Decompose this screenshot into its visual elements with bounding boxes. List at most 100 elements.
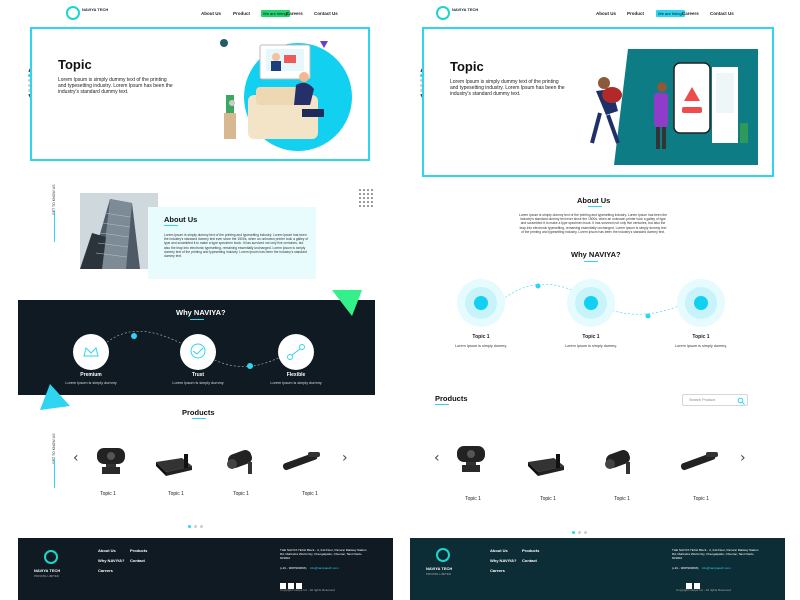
footer-address: THE NAVIYA TECH Block - 4, 2nd Floor, Pa…	[280, 548, 367, 560]
pager-dot[interactable]	[194, 525, 197, 528]
product-label[interactable]: Topic 1	[686, 496, 716, 502]
footer-copyright: Copyright naviya Inc - All rights Reserv…	[280, 588, 335, 592]
side-label: GET TO KNOW US	[52, 184, 56, 215]
why-label-premium: Premium	[80, 372, 102, 378]
dot-pattern	[359, 189, 373, 207]
nav-careers[interactable]: Careers	[286, 11, 303, 16]
set-top-box-image	[156, 454, 192, 476]
footer-email[interactable]: info@naviyatech.com	[702, 566, 731, 570]
search-product-box[interactable]: Search Product	[682, 394, 748, 406]
products-title: Products	[182, 408, 215, 417]
side-line	[54, 212, 55, 242]
hero-banner: Topic Lorem Ipsum is simply dummy text o…	[422, 27, 774, 177]
chevron-right-icon[interactable]: ›	[740, 450, 746, 466]
webcam-image	[97, 448, 125, 474]
footer-link-careers[interactable]: Careers	[490, 568, 505, 573]
products-title: Products	[435, 394, 468, 403]
products-pager[interactable]	[572, 521, 590, 539]
footer: NAVIYA TECH PRIVATE LIMITED About Us Why…	[410, 538, 785, 600]
footer-logo[interactable]	[44, 550, 58, 564]
footer-email[interactable]: info@naviyatech.com	[310, 566, 339, 570]
chevron-right-icon[interactable]: ›	[342, 450, 348, 466]
footer-link-contact[interactable]: Contact	[130, 558, 145, 563]
why-label-1: Topic 1	[472, 334, 490, 340]
product-label[interactable]: Topic 1	[458, 496, 488, 502]
cctv-camera-image	[227, 450, 252, 474]
product-label[interactable]: Topic 1	[93, 491, 123, 497]
footer-brand: NAVIYA TECH	[426, 566, 453, 571]
brand-name: NAVIYA TECH	[452, 7, 479, 12]
building-image	[80, 193, 158, 269]
chevron-left-icon[interactable]: ‹	[434, 450, 440, 466]
footer-link-products[interactable]: Products	[522, 548, 539, 553]
pager-dot-active[interactable]	[188, 525, 191, 528]
footer-link-careers[interactable]: Careers	[98, 568, 113, 573]
nav-careers[interactable]: Careers	[682, 11, 699, 16]
topic-circle-3	[677, 279, 725, 327]
product-label[interactable]: Topic 1	[226, 491, 256, 497]
crown-icon	[83, 347, 99, 357]
footer-link-about[interactable]: About Us	[98, 548, 116, 553]
product-label[interactable]: Topic 1	[607, 496, 637, 502]
nav-about[interactable]: About Us	[596, 11, 616, 16]
about-underline	[164, 225, 178, 226]
footer-copyright: Copyright naviya Inc - All rights Reserv…	[676, 588, 731, 592]
about-text: Lorem Ipsum is simply dummy text of the …	[518, 213, 668, 234]
streaming-stick-image	[282, 452, 320, 471]
products-pager[interactable]	[188, 515, 206, 533]
design-variant-b: NAVIYA TECH About Us Product We are hiri…	[410, 0, 785, 600]
hero-text: Lorem Ipsum is simply dummy text of the …	[58, 77, 173, 95]
why-underline	[584, 261, 598, 262]
nav-about[interactable]: About Us	[201, 11, 221, 16]
webcam-image	[457, 446, 485, 472]
footer-link-why[interactable]: Why NAVIYA?	[490, 558, 516, 563]
about-underline	[588, 206, 602, 207]
products-underline	[435, 404, 449, 405]
product-label[interactable]: Topic 1	[161, 491, 191, 497]
footer-link-why[interactable]: Why NAVIYA?	[98, 558, 124, 563]
chevron-left-icon[interactable]: ‹	[73, 450, 79, 466]
why-label-flexible: Flexible	[286, 372, 306, 378]
topic-circle-1	[457, 279, 505, 327]
product-label[interactable]: Topic 1	[295, 491, 325, 497]
search-icon[interactable]	[737, 397, 745, 405]
footer-link-contact[interactable]: Contact	[522, 558, 537, 563]
flow-icon	[287, 344, 305, 360]
why-text-2: Lorem Ipsum is simply dummy.	[564, 344, 618, 348]
about-text: Lorem Ipsum is simply dummy text of the …	[164, 233, 309, 259]
pager-dot[interactable]	[584, 531, 587, 534]
cctv-camera-image	[605, 450, 630, 474]
pager-dot-active[interactable]	[572, 531, 575, 534]
about-photo	[80, 193, 158, 269]
brand-name: NAVIYA TECH	[82, 7, 109, 12]
footer: NAVIYA TECH PRIVATE LIMITED About Us Why…	[18, 538, 393, 600]
footer-link-products[interactable]: Products	[130, 548, 147, 553]
topic-circle-2	[567, 279, 615, 327]
footer-phone: (+91 - 9087960696)	[672, 566, 699, 570]
top-nav: NAVIYA TECH About Us Product We are hiri…	[410, 0, 785, 26]
hero-title: Topic	[450, 59, 484, 74]
design-variant-a: NAVIYA TECH About Us Product We are hiri…	[18, 0, 393, 600]
nav-product[interactable]: Product	[627, 11, 644, 16]
nav-contact[interactable]: Contact Us	[314, 11, 338, 16]
about-title: About Us	[164, 215, 198, 224]
footer-link-about[interactable]: About Us	[490, 548, 508, 553]
triangle-decor	[40, 384, 70, 410]
about-card: About Us Lorem Ipsum is simply dummy tex…	[148, 207, 316, 279]
side-line-products	[54, 458, 55, 488]
footer-logo[interactable]	[436, 548, 450, 562]
streaming-stick-image	[680, 452, 718, 471]
premium-icon-circle	[73, 334, 109, 370]
why-label-3: Topic 1	[692, 334, 710, 340]
brand-logo[interactable]	[66, 6, 80, 20]
why-text-trust: Lorem Ipsum is simply dummy	[172, 381, 224, 385]
nav-product[interactable]: Product	[233, 11, 250, 16]
search-input[interactable]: Search Product	[689, 398, 715, 402]
brand-logo[interactable]	[436, 6, 450, 20]
pager-dot[interactable]	[200, 525, 203, 528]
hiring-badge[interactable]: We are hiring!	[656, 10, 685, 17]
nav-contact[interactable]: Contact Us	[710, 11, 734, 16]
pager-dot[interactable]	[578, 531, 581, 534]
product-label[interactable]: Topic 1	[533, 496, 563, 502]
why-text-3: Lorem Ipsum is simply dummy.	[674, 344, 728, 348]
